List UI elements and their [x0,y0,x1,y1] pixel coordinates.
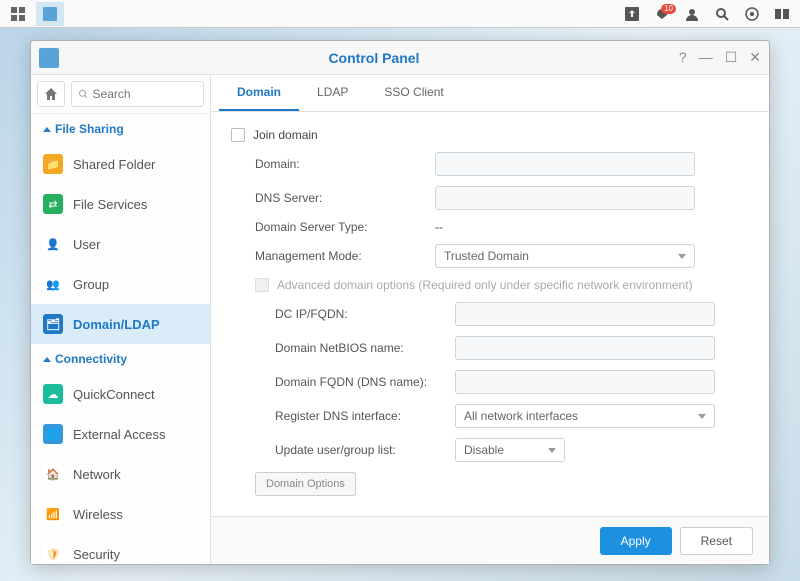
sidebar-item-label: Network [73,467,121,482]
sidebar-item-label: External Access [73,427,166,442]
close-icon[interactable]: ✕ [749,49,761,66]
taskbar: 10 [0,0,800,28]
section-connectivity[interactable]: Connectivity [31,344,210,374]
wifi-icon: 📶 [43,504,63,524]
search-input[interactable] [71,81,204,107]
update-list-select[interactable]: Disable [455,438,565,462]
section-file-sharing[interactable]: File Sharing [31,114,210,144]
tab-ldap[interactable]: LDAP [299,75,366,111]
chevron-down-icon [548,448,556,453]
form-area: Join domain Domain: DNS Server: Domain S… [211,112,769,516]
tab-sso-client[interactable]: SSO Client [366,75,461,111]
domain-options-button[interactable]: Domain Options [255,472,356,496]
content-area: Domain LDAP SSO Client Join domain Domai… [211,75,769,564]
sidebar-item-group[interactable]: 👥 Group [31,264,210,304]
taskbar-widgets-icon[interactable] [738,2,766,26]
network-icon: 🏠 [43,464,63,484]
advanced-options-label: Advanced domain options (Required only u… [277,278,693,292]
dc-ip-label: DC IP/FQDN: [275,307,455,321]
folder-icon: 📁 [43,154,63,174]
home-button[interactable] [37,81,65,107]
sidebar-item-label: File Services [73,197,147,212]
taskbar-user-icon[interactable] [678,2,706,26]
control-panel-window: Control Panel ? — ☐ ✕ File Sharing 📁 Shar… [30,40,770,565]
chevron-down-icon [698,414,706,419]
window-title: Control Panel [69,50,679,66]
sidebar-item-label: Domain/LDAP [73,317,160,332]
dns-server-input[interactable] [435,186,695,210]
sidebar-item-network[interactable]: 🏠 Network [31,454,210,494]
chevron-down-icon [678,254,686,259]
taskbar-notification-icon[interactable]: 10 [648,2,676,26]
dns-iface-select[interactable]: All network interfaces [455,404,715,428]
sidebar-item-user[interactable]: 👤 User [31,224,210,264]
sidebar-item-security[interactable]: 🛡 Security [31,534,210,564]
update-list-label: Update user/group list: [275,443,455,457]
sidebar-item-wireless[interactable]: 📶 Wireless [31,494,210,534]
server-type-label: Domain Server Type: [255,220,435,234]
tabs: Domain LDAP SSO Client [211,75,769,112]
search-field[interactable] [93,87,197,101]
server-type-value: -- [435,220,749,234]
dc-ip-input[interactable] [455,302,715,326]
taskbar-search-icon[interactable] [708,2,736,26]
update-list-value: Disable [464,443,504,457]
mgmt-mode-select[interactable]: Trusted Domain [435,244,695,268]
netbios-label: Domain NetBIOS name: [275,341,455,355]
sidebar-item-quickconnect[interactable]: ☁ QuickConnect [31,374,210,414]
services-icon: ⇄ [43,194,63,214]
apply-button[interactable]: Apply [600,527,672,555]
user-icon: 👤 [43,234,63,254]
sidebar-item-label: Shared Folder [73,157,155,172]
dns-iface-value: All network interfaces [464,409,578,423]
tab-domain[interactable]: Domain [219,75,299,111]
taskbar-control-panel[interactable] [36,2,64,26]
domain-icon: 🗂 [43,314,63,334]
taskbar-pilot-icon[interactable] [768,2,796,26]
dns-server-label: DNS Server: [255,191,435,205]
taskbar-upload-icon[interactable] [618,2,646,26]
group-icon: 👥 [43,274,63,294]
sidebar-item-label: Group [73,277,109,292]
taskbar-apps[interactable] [4,2,32,26]
maximize-icon[interactable]: ☐ [725,49,738,66]
sidebar-item-shared-folder[interactable]: 📁 Shared Folder [31,144,210,184]
netbios-input[interactable] [455,336,715,360]
window-icon [39,48,59,68]
sidebar-item-file-services[interactable]: ⇄ File Services [31,184,210,224]
mgmt-mode-label: Management Mode: [255,249,435,263]
sidebar: File Sharing 📁 Shared Folder ⇄ File Servic… [31,75,211,564]
sidebar-item-label: Wireless [73,507,123,522]
fqdn-label: Domain FQDN (DNS name): [275,375,455,389]
dns-iface-label: Register DNS interface: [275,409,455,423]
join-domain-checkbox[interactable] [231,128,245,142]
titlebar: Control Panel ? — ☐ ✕ [31,41,769,75]
sidebar-item-label: QuickConnect [73,387,155,402]
sidebar-item-external-access[interactable]: 🌐 External Access [31,414,210,454]
globe-icon: 🌐 [43,424,63,444]
domain-input[interactable] [435,152,695,176]
sidebar-item-domain-ldap[interactable]: 🗂 Domain/LDAP [31,304,210,344]
domain-label: Domain: [255,157,435,171]
sidebar-item-label: User [73,237,100,252]
shield-icon: 🛡 [43,544,63,564]
reset-button[interactable]: Reset [680,527,753,555]
sidebar-item-label: Security [73,547,120,562]
quickconnect-icon: ☁ [43,384,63,404]
join-domain-label: Join domain [253,128,318,142]
fqdn-input[interactable] [455,370,715,394]
minimize-icon[interactable]: — [699,49,713,66]
notification-badge: 10 [661,4,676,14]
help-icon[interactable]: ? [679,49,687,66]
footer: Apply Reset [211,516,769,564]
advanced-options-checkbox[interactable] [255,278,269,292]
mgmt-mode-value: Trusted Domain [444,249,529,263]
